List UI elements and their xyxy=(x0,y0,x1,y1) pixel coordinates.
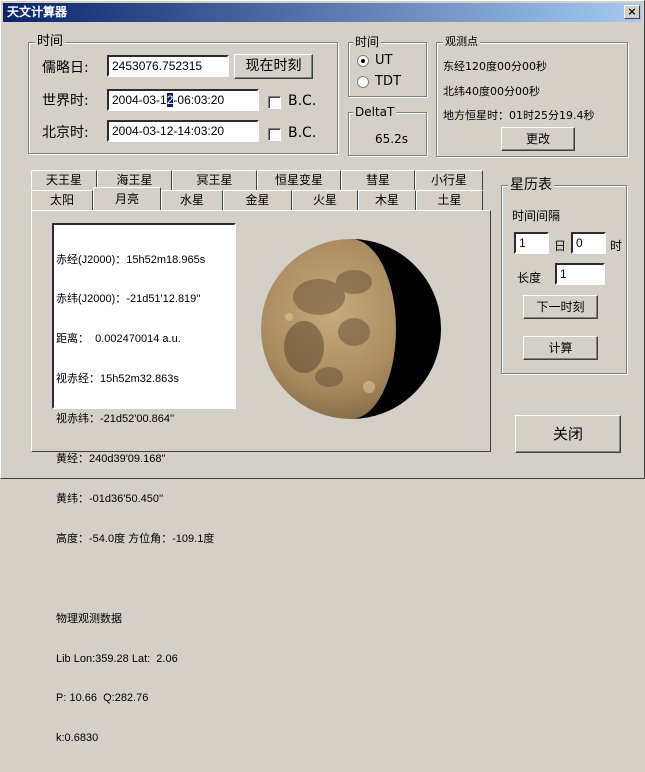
ut-input[interactable]: 2004-03-12-06:03:20 xyxy=(107,89,259,111)
tab-mercury[interactable]: 水星 xyxy=(161,190,223,210)
julian-day-input[interactable]: 2453076.752315 xyxy=(107,55,229,77)
info-line: 黄纬：-01d36'50.450'' xyxy=(56,492,164,505)
julian-day-label: 儒略日: xyxy=(42,60,89,76)
bj-bc-checkbox[interactable] xyxy=(268,128,281,141)
info-line: 视赤经：15h52m32.863s xyxy=(56,373,179,386)
ut-value-suffix: -06:03:20 xyxy=(173,93,225,107)
now-button[interactable]: 现在时刻 xyxy=(234,54,313,79)
tab-saturn[interactable]: 土星 xyxy=(416,190,483,210)
bj-bc-label: B.C. xyxy=(288,125,317,141)
tdt-radio-label: TDT xyxy=(375,74,401,89)
tdt-radio[interactable] xyxy=(357,76,369,88)
tab-pluto[interactable]: 冥王星 xyxy=(172,170,257,190)
info-line: 黄经：240d39'09.168'' xyxy=(56,453,166,466)
interval-hour-input[interactable]: 0 xyxy=(571,232,606,254)
tab-moon[interactable]: 月亮 xyxy=(93,187,161,210)
info-line: 赤纬(J2000)：-21d51'12.819'' xyxy=(56,293,201,306)
tab-comets[interactable]: 彗星 xyxy=(341,170,415,190)
moon-info-box[interactable]: 赤经(J2000)：15h52m18.965s 赤纬(J2000)：-21d51… xyxy=(52,223,236,744)
bj-label: 北京时: xyxy=(42,125,89,141)
bj-input[interactable]: 2004-03-12-14:03:20 xyxy=(107,120,259,142)
app-window: 天文计算器 × 时间 儒略日: 2453076.752315 现在时刻 世界时:… xyxy=(0,0,645,744)
interval-day-input[interactable]: 1 xyxy=(514,232,549,254)
tab-asteroids[interactable]: 小行星 xyxy=(415,170,483,190)
interval-label: 时间间隔 xyxy=(512,209,561,223)
observer-change-button[interactable]: 更改 xyxy=(501,127,575,151)
time-group-label: 时间 xyxy=(35,34,66,50)
ut-radio[interactable] xyxy=(357,55,369,67)
deltat-label: DeltaT xyxy=(353,104,397,120)
observer-latitude: 北纬40度00分00秒 xyxy=(443,85,540,98)
ut-bc-checkbox[interactable] xyxy=(268,96,281,109)
tab-uranus[interactable]: 天王星 xyxy=(31,170,97,190)
info-line: 物理观测数据 xyxy=(56,612,122,625)
ut-radio-label: UT xyxy=(375,53,393,68)
tab-variable-stars[interactable]: 恒星变星 xyxy=(257,170,341,190)
observer-sidereal-time: 地方恒星时：01时25分19.4秒 xyxy=(443,109,595,122)
next-moment-button[interactable]: 下一时刻 xyxy=(523,295,598,319)
observer-label: 观测点 xyxy=(443,34,480,50)
tab-venus[interactable]: 金星 xyxy=(223,190,292,210)
compute-button[interactable]: 计算 xyxy=(523,336,598,360)
info-line: 赤经(J2000)：15h52m18.965s xyxy=(56,253,206,266)
length-input[interactable]: 1 xyxy=(555,263,605,285)
info-line: 高度：-54.0度 方位角：-109.1度 xyxy=(56,532,215,545)
close-button[interactable]: 关闭 xyxy=(515,415,621,453)
deltat-value: 65.2s xyxy=(375,132,408,146)
time-system-label: 时间 xyxy=(353,34,382,50)
tab-mars[interactable]: 火星 xyxy=(292,190,358,210)
ephemeris-label: 星历表 xyxy=(508,177,554,193)
close-icon[interactable]: × xyxy=(624,5,640,19)
length-label: 长度 xyxy=(517,271,542,285)
title-bar: 天文计算器 × xyxy=(3,3,642,22)
observer-longitude: 东经120度00分00秒 xyxy=(443,60,547,73)
ut-bc-label: B.C. xyxy=(288,93,317,109)
info-line: k:0.6830 xyxy=(56,732,99,745)
ut-label: 世界时: xyxy=(42,93,89,109)
ut-value-prefix: 2004-03-1 xyxy=(112,93,167,107)
tab-jupiter[interactable]: 木星 xyxy=(358,190,416,210)
moon-tab-panel: 赤经(J2000)：15h52m18.965s 赤纬(J2000)：-21d51… xyxy=(31,210,491,744)
window-title: 天文计算器 xyxy=(7,5,68,19)
moon-phase-image xyxy=(259,237,443,421)
info-line: 视赤纬：-21d52'00.864'' xyxy=(56,413,175,426)
info-line: 距离： 0.002470014 a.u. xyxy=(56,333,181,346)
info-line: P: 10.66 Q:282.76 xyxy=(56,692,149,705)
interval-hour-unit: 时 xyxy=(610,239,623,253)
info-line: Lib Lon:359.28 Lat: 2.06 xyxy=(56,652,178,665)
tab-sun[interactable]: 太阳 xyxy=(31,190,93,210)
info-line xyxy=(56,573,232,586)
interval-day-unit: 日 xyxy=(554,239,567,253)
